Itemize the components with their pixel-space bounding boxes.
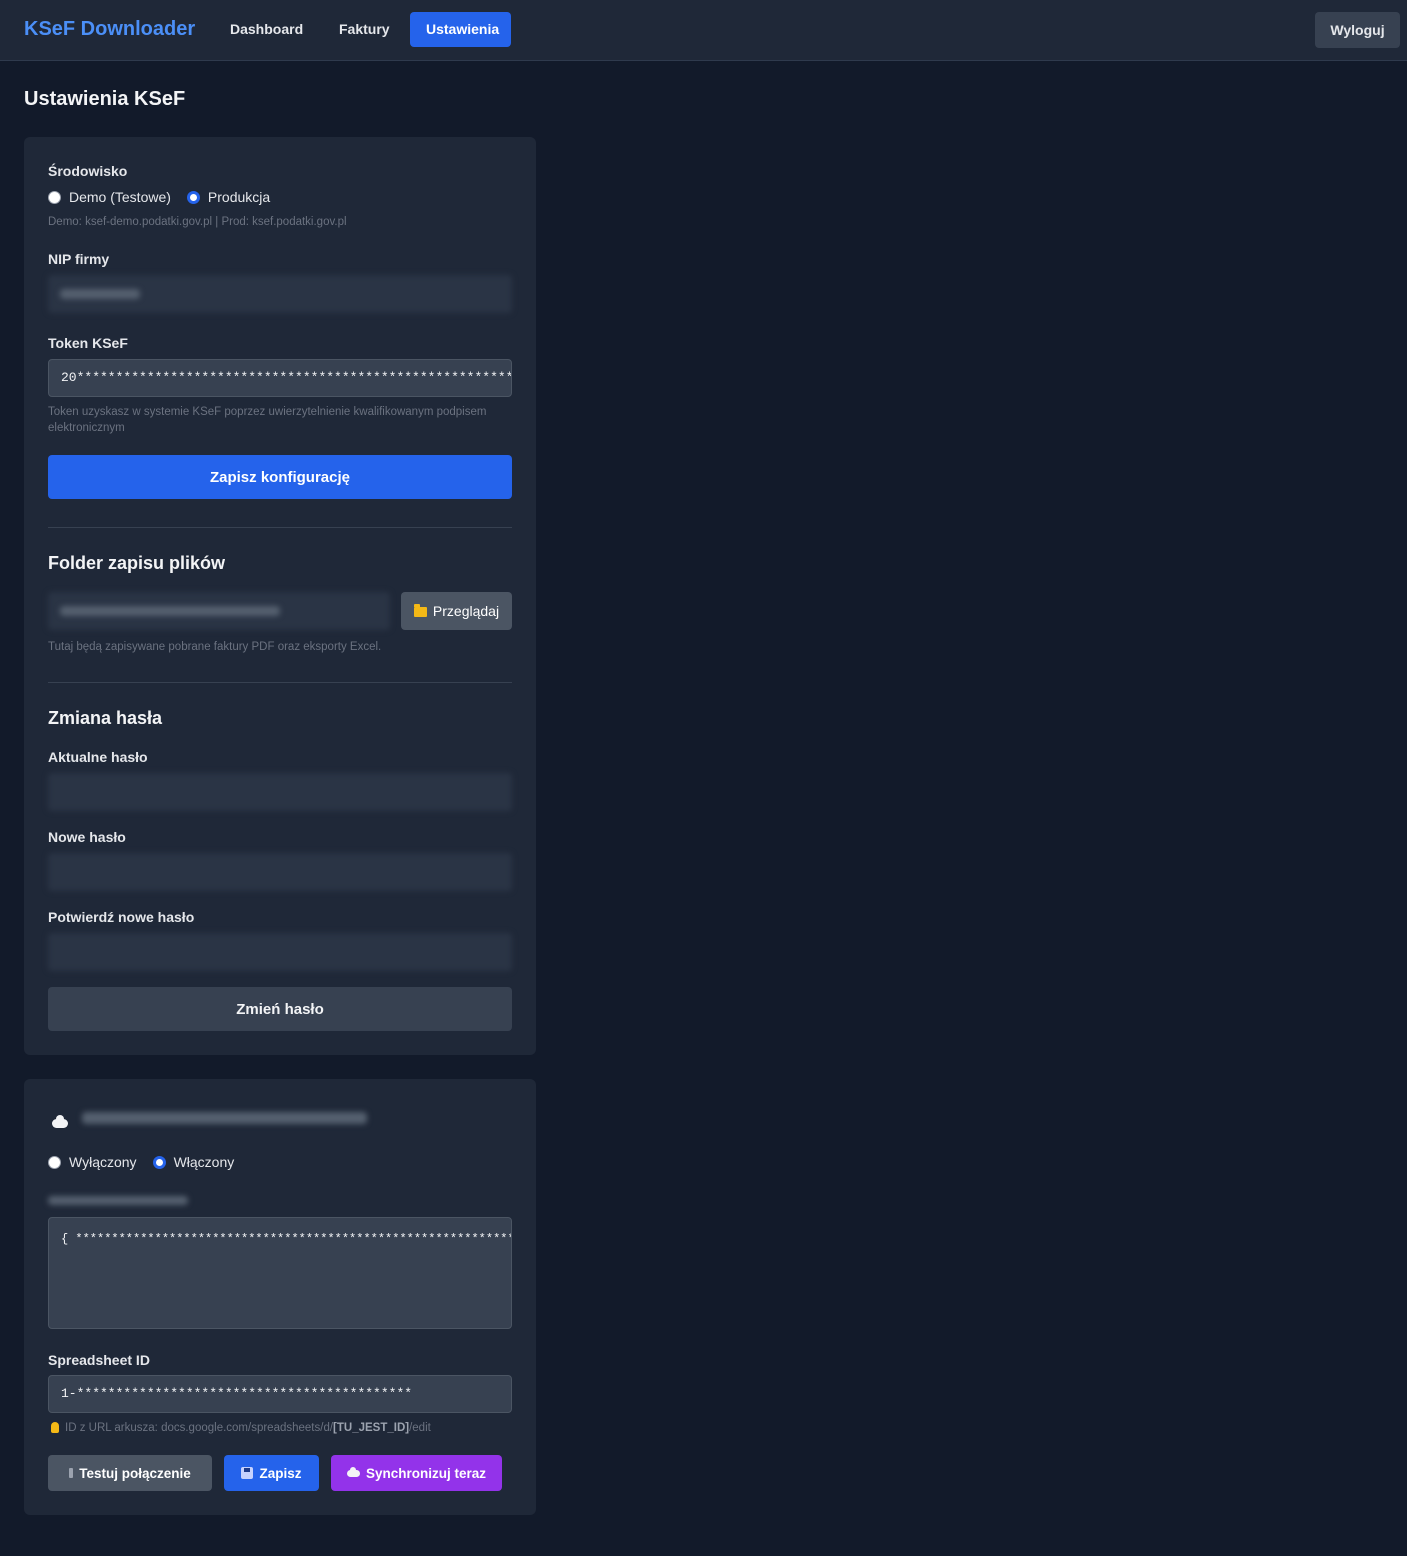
- radio-wlaczony[interactable]: [152, 1155, 166, 1169]
- service-account-json-textarea[interactable]: { **************************************…: [48, 1217, 512, 1329]
- sheets-toggle-radio-group: Wyłączony Włączony: [48, 1154, 250, 1170]
- environment-radio-group: Demo (Testowe) Produkcja: [48, 189, 286, 205]
- nav-dashboard[interactable]: Dashboard: [214, 12, 319, 47]
- radio-produkcja[interactable]: [186, 190, 200, 204]
- cloud-icon: [346, 1466, 360, 1477]
- hint-suffix: /edit: [409, 1422, 431, 1434]
- sync-now-button[interactable]: Synchronizuj teraz: [331, 1455, 502, 1491]
- plug-icon: [69, 1468, 74, 1478]
- test-connection-label: Testuj połączenie: [79, 1465, 191, 1481]
- radio-wylaczony-label[interactable]: Wyłączony: [69, 1154, 137, 1170]
- radio-produkcja-label[interactable]: Produkcja: [208, 189, 270, 205]
- environment-label: Środowisko: [48, 163, 128, 179]
- spreadsheet-id-label: Spreadsheet ID: [48, 1352, 150, 1368]
- token-label: Token KSeF: [48, 335, 128, 351]
- brand-logo[interactable]: KSeF Downloader: [24, 18, 195, 41]
- divider: [48, 527, 512, 528]
- logout-button[interactable]: Wyloguj: [1315, 12, 1400, 48]
- nav-ustawienia[interactable]: Ustawienia: [410, 12, 511, 47]
- current-password-label: Aktualne hasło: [48, 749, 148, 765]
- folder-icon: [413, 604, 427, 617]
- environment-hint: Demo: ksef-demo.podatki.gov.pl | Prod: k…: [48, 216, 347, 228]
- ksef-settings-card: Środowisko Demo (Testowe) Produkcja Demo…: [24, 137, 536, 1055]
- new-password-label: Nowe hasło: [48, 829, 126, 845]
- change-password-button[interactable]: Zmień hasło: [48, 987, 512, 1031]
- radio-wylaczony[interactable]: [48, 1155, 61, 1169]
- spreadsheet-id-hint: ID z URL arkusza: docs.google.com/spread…: [51, 1420, 431, 1436]
- radio-demo[interactable]: [48, 190, 61, 204]
- sync-now-label: Synchronizuj teraz: [365, 1465, 487, 1481]
- token-hint: Token uzyskasz w systemie KSeF poprzez u…: [48, 406, 487, 434]
- browse-button-label: Przeglądaj: [432, 603, 500, 619]
- folder-section-title: Folder zapisu plików: [48, 553, 226, 573]
- test-connection-button[interactable]: Testuj połączenie: [48, 1455, 212, 1491]
- confirm-password-input[interactable]: [48, 933, 512, 971]
- spreadsheet-id-input[interactable]: 1-**************************************…: [48, 1375, 512, 1413]
- radio-demo-label[interactable]: Demo (Testowe): [69, 189, 171, 205]
- save-sheets-button[interactable]: Zapisz: [224, 1455, 319, 1491]
- hint-id-placeholder: [TU_JEST_ID]: [333, 1422, 410, 1434]
- google-sheets-card: Wyłączony Włączony { *******************…: [24, 1079, 536, 1515]
- divider: [48, 682, 512, 683]
- folder-path-redacted: [60, 606, 280, 616]
- token-input[interactable]: 20**************************************…: [48, 359, 512, 397]
- hint-prefix: ID z URL arkusza: docs.google.com/spread…: [65, 1422, 334, 1434]
- page-title: Ustawienia KSeF: [24, 88, 186, 110]
- current-password-input[interactable]: [48, 773, 512, 811]
- nip-label: NIP firmy: [48, 251, 110, 267]
- nav-faktury[interactable]: Faktury: [323, 12, 406, 47]
- json-label-redacted: [48, 1196, 188, 1205]
- top-navbar: KSeF Downloader Dashboard Faktury Ustawi…: [0, 0, 1407, 61]
- password-section-title: Zmiana hasła: [48, 708, 163, 728]
- confirm-password-label: Potwierdź nowe hasło: [48, 909, 195, 925]
- new-password-input[interactable]: [48, 853, 512, 891]
- floppy-icon: [241, 1467, 254, 1479]
- save-sheets-label: Zapisz: [259, 1465, 302, 1481]
- save-config-button[interactable]: Zapisz konfigurację: [48, 455, 512, 499]
- bulb-icon: [51, 1422, 59, 1434]
- cloud-icon: [52, 1115, 68, 1128]
- sheets-section-title-redacted: [82, 1112, 367, 1124]
- nip-redacted: [60, 289, 140, 299]
- browse-button[interactable]: Przeglądaj: [401, 592, 512, 630]
- radio-wlaczony-label[interactable]: Włączony: [174, 1154, 235, 1170]
- folder-hint: Tutaj będą zapisywane pobrane faktury PD…: [48, 641, 382, 653]
